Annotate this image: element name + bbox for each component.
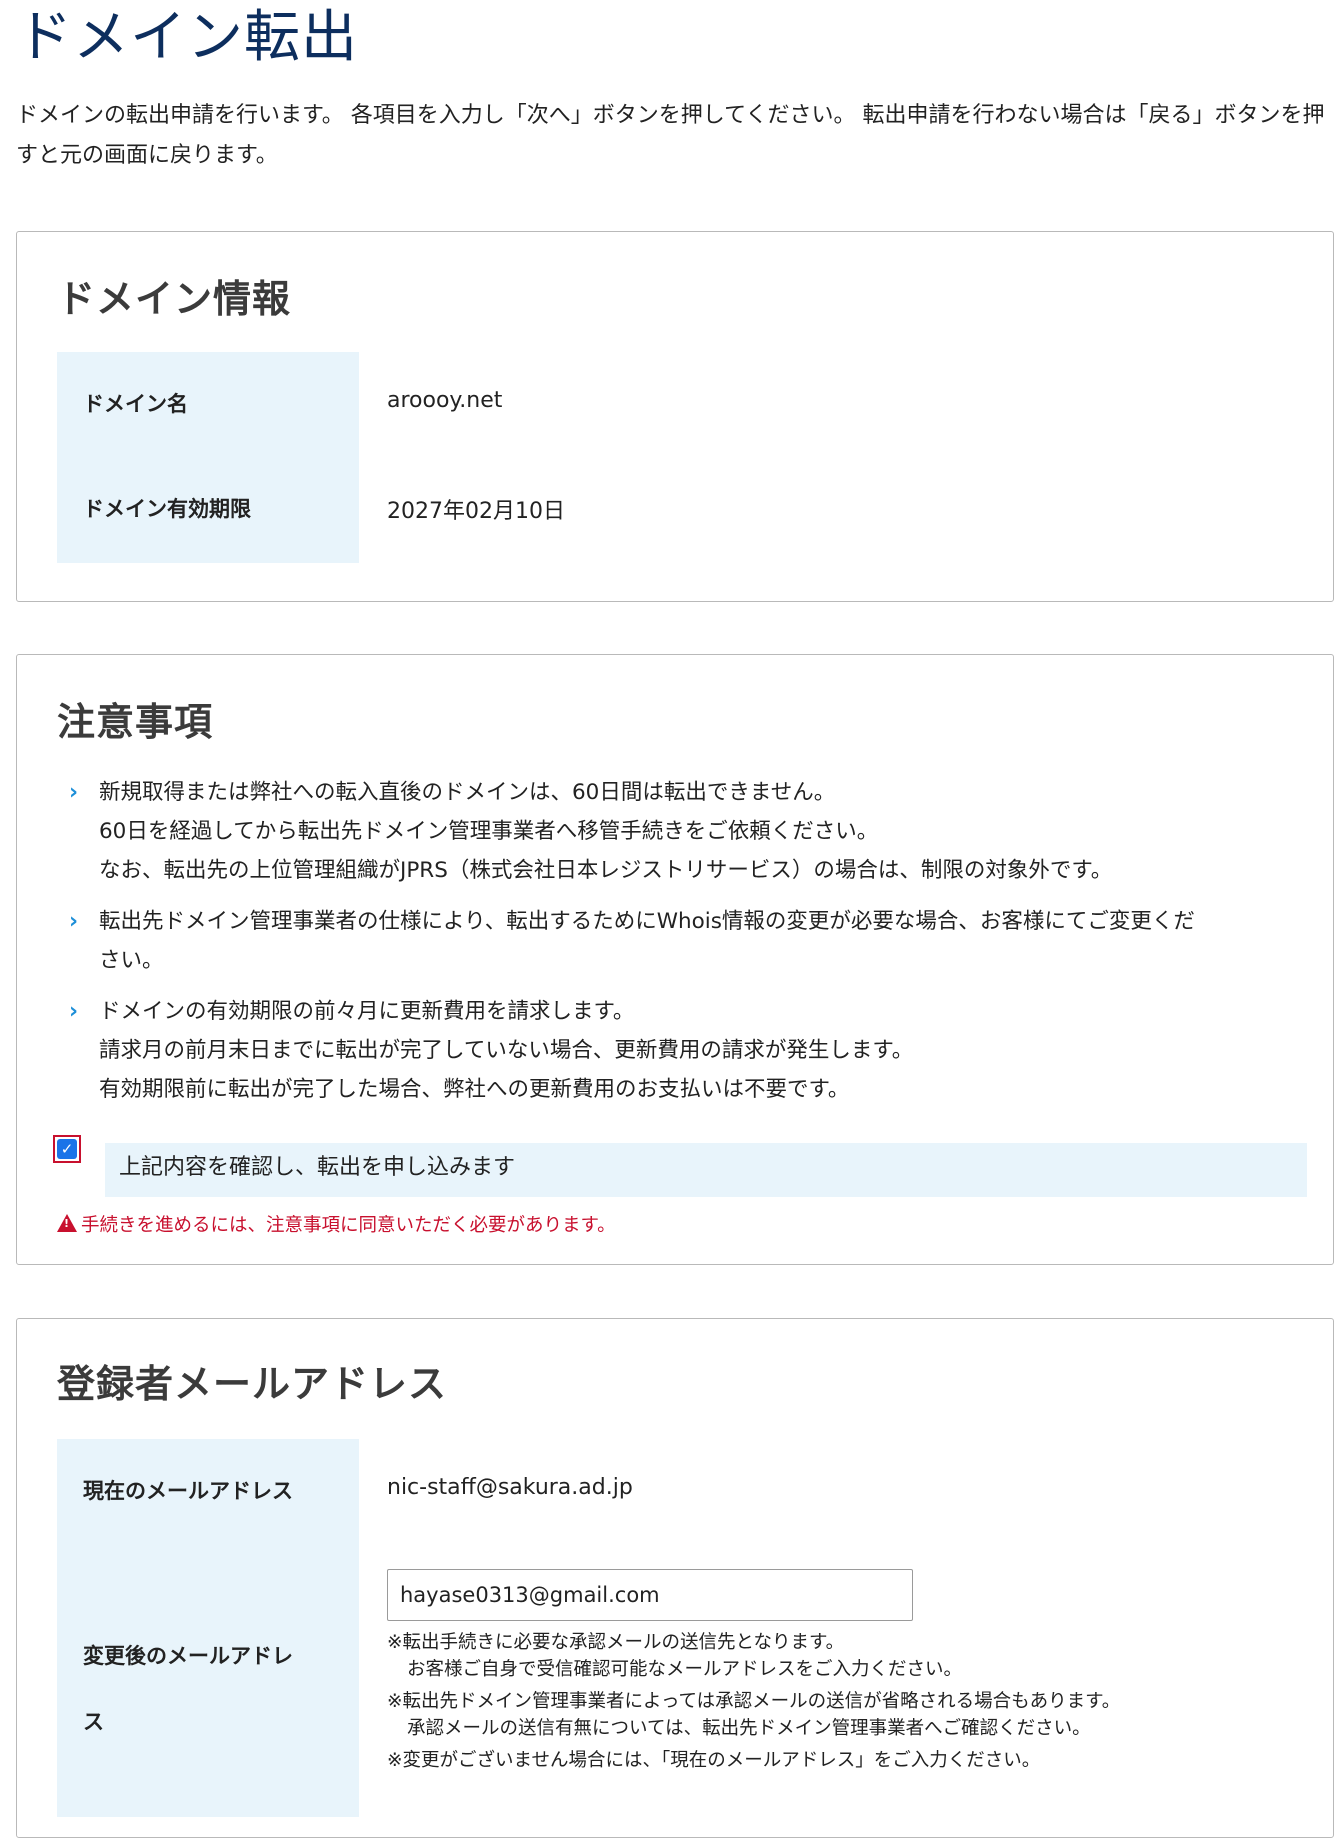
domain-expiry-label: ドメイン有効期限 xyxy=(83,497,251,521)
page-lead: ドメインの転出申請を行います。 各項目を入力し「次へ」ボタンを押してください。 … xyxy=(16,103,1325,168)
email-hint-sub: 承認メールの送信有無については、転出先ドメイン管理事業者へご確認ください。 xyxy=(407,1718,1091,1739)
new-email-label: 変更後のメールアドレ ス xyxy=(83,1623,293,1755)
agreement-warning: ! 手続きを進めるには、注意事項に同意いただく必要があります。 xyxy=(57,1211,616,1237)
email-hint-main: ※転出先ドメイン管理事業者によっては承認メールの送信が省略される場合もあります。 xyxy=(387,1691,1121,1712)
checkmark-icon: ✓ xyxy=(57,1139,77,1159)
note-line: 60日を経過してから転出先ドメイン管理事業者へ移管手続きをご依頼ください。 xyxy=(99,819,879,844)
chevron-right-icon: › xyxy=(69,999,79,1024)
note-item: › 新規取得または弊社への転入直後のドメインは、60日間は転出できません。 60… xyxy=(69,773,1309,890)
warning-text: 手続きを進めるには、注意事項に同意いただく必要があります。 xyxy=(81,1215,616,1236)
email-hint: ※転出先ドメイン管理事業者によっては承認メールの送信が省略される場合もあります。… xyxy=(387,1688,1120,1742)
note-line: 有効期限前に転出が完了した場合、弊社への更新費用のお支払いは不要です。 xyxy=(99,1077,850,1102)
note-item: › 転出先ドメイン管理事業者の仕様により、転出するためにWhois情報の変更が必… xyxy=(69,902,1309,980)
new-email-label-line1: 変更後のメールアドレ xyxy=(83,1644,293,1668)
current-email-label: 現在のメールアドレス xyxy=(83,1479,293,1503)
email-hint-main: ※変更がございません場合には、「現在のメールアドレス」をご入力ください。 xyxy=(387,1750,1041,1771)
new-email-input[interactable] xyxy=(387,1569,913,1621)
email-hint: ※転出手続きに必要な承認メールの送信先となります。 お客様ご自身で受信確認可能な… xyxy=(387,1629,962,1683)
note-line: 転出先ドメイン管理事業者の仕様により、転出するためにWhois情報の変更が必要な… xyxy=(99,909,1195,934)
chevron-right-icon: › xyxy=(69,780,79,805)
agree-label[interactable]: 上記内容を確認し、転出を申し込みます xyxy=(105,1143,1307,1197)
email-hint-sub: お客様ご自身で受信確認可能なメールアドレスをご入力ください。 xyxy=(407,1659,963,1680)
domain-transfer-page: ドメイン転出 ドメインの転出申請を行います。 各項目を入力し「次へ」ボタンを押し… xyxy=(0,0,1340,1838)
domain-info-card: ドメイン情報 ドメイン名 aroooy.net ドメイン有効期限 2027年02… xyxy=(16,231,1334,602)
page-title: ドメイン転出 xyxy=(16,5,358,70)
note-line: 請求月の前月末日までに転出が完了していない場合、更新費用の請求が発生します。 xyxy=(99,1038,914,1063)
note-line: さい。 xyxy=(99,948,164,973)
note-line: 新規取得または弊社への転入直後のドメインは、60日間は転出できません。 xyxy=(99,780,836,805)
registrant-email-card: 登録者メールアドレス 現在のメールアドレス nic-staff@sakura.a… xyxy=(16,1318,1334,1838)
note-line: なお、転出先の上位管理組織がJPRS（株式会社日本レジストリサービス）の場合は、… xyxy=(99,858,1113,883)
note-item: › ドメインの有効期限の前々月に更新費用を請求します。 請求月の前月末日までに転… xyxy=(69,992,1309,1109)
domain-name-value: aroooy.net xyxy=(387,388,503,413)
domain-info-label-column xyxy=(57,352,359,563)
warning-icon: ! xyxy=(57,1214,77,1232)
email-hint: ※変更がございません場合には、「現在のメールアドレス」をご入力ください。 xyxy=(387,1747,1040,1774)
domain-name-label: ドメイン名 xyxy=(83,392,188,416)
notes-card: 注意事項 › 新規取得または弊社への転入直後のドメインは、60日間は転出できませ… xyxy=(16,654,1334,1265)
notes-heading: 注意事項 xyxy=(57,700,214,744)
current-email-value: nic-staff@sakura.ad.jp xyxy=(387,1475,633,1500)
notes-list: › 新規取得または弊社への転入直後のドメインは、60日間は転出できません。 60… xyxy=(69,773,1309,1121)
email-heading: 登録者メールアドレス xyxy=(57,1362,448,1406)
email-hint-main: ※転出手続きに必要な承認メールの送信先となります。 xyxy=(387,1632,845,1653)
chevron-right-icon: › xyxy=(69,909,79,934)
domain-info-heading: ドメイン情報 xyxy=(57,277,292,321)
agree-checkbox[interactable]: ✓ xyxy=(53,1135,81,1163)
domain-expiry-value: 2027年02月10日 xyxy=(387,499,565,524)
new-email-label-line2: ス xyxy=(83,1710,104,1734)
note-line: ドメインの有効期限の前々月に更新費用を請求します。 xyxy=(99,999,635,1024)
